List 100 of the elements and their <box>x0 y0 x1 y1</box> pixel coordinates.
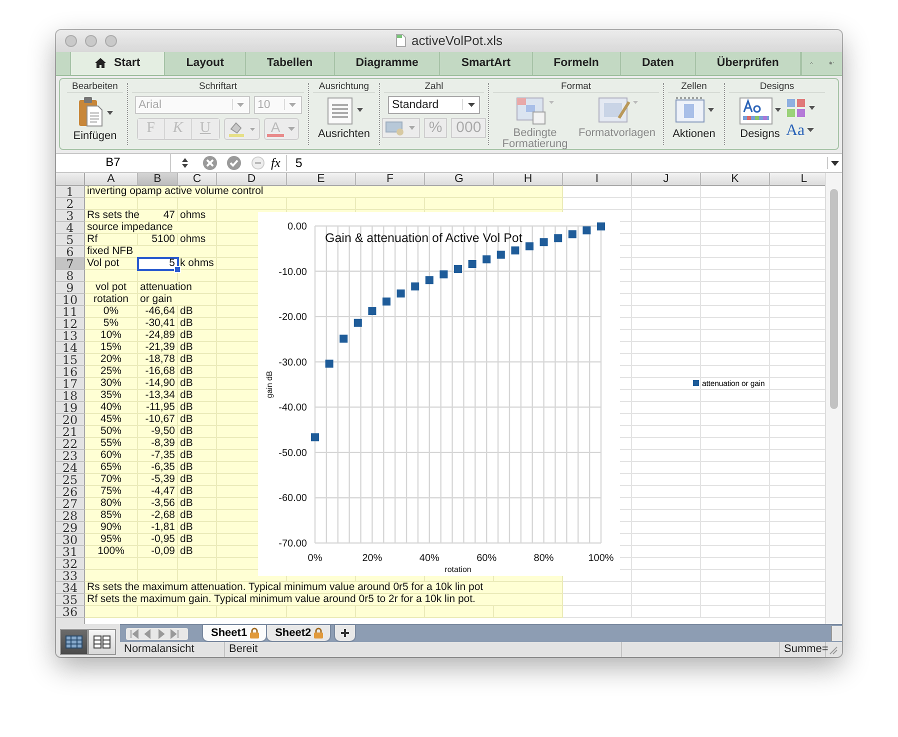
cell-text: ohms <box>179 209 207 222</box>
sheet-cell <box>701 294 770 306</box>
cell-text: Rf sets the maximum gain. Typical minimum value around 0r5 to 2r for a 10k lin pot. <box>86 593 476 606</box>
row-header: 26 <box>56 486 85 498</box>
row-header: 23 <box>56 450 85 462</box>
home-icon <box>95 58 106 68</box>
cell-text: dB <box>179 425 194 438</box>
sheet-cell <box>632 522 701 534</box>
row-header: 4 <box>56 222 85 234</box>
cell-text: inverting opamp active volume control <box>86 185 264 198</box>
sheet-tab[interactable]: Sheet2 <box>266 625 332 642</box>
cell-text: 85% <box>99 509 122 522</box>
theme-fonts-button[interactable]: Aa <box>786 122 815 140</box>
sheet-cell <box>701 234 770 246</box>
cell-text: 95% <box>99 533 122 546</box>
row-header: 34 <box>56 582 85 594</box>
row-header: 29 <box>56 522 85 534</box>
sheet-cell <box>701 594 770 606</box>
add-sheet-button[interactable] <box>334 625 356 642</box>
sheet-cell <box>701 474 770 486</box>
row-header: 25 <box>56 474 85 486</box>
formula-circle-icon[interactable] <box>251 156 265 170</box>
ribbon-tab[interactable]: Überprüfen <box>696 52 801 75</box>
row-header: 3 <box>56 210 85 222</box>
cell-text: -4,47 <box>150 485 176 498</box>
sheet-cell <box>701 246 770 258</box>
sheet-cell <box>701 462 770 474</box>
sheet-cell <box>632 342 701 354</box>
fill-handle[interactable] <box>174 266 181 273</box>
paste-button[interactable]: Einfügen <box>73 96 117 142</box>
cell-text: 0% <box>102 305 120 318</box>
name-box[interactable]: B7 <box>56 154 171 172</box>
page-layout-view-button[interactable] <box>88 628 116 655</box>
normal-view-button[interactable] <box>60 628 88 655</box>
fill-color-button[interactable] <box>224 118 260 140</box>
cell-text: -14,90 <box>144 377 176 390</box>
sheet-navigation-icon[interactable] <box>126 628 188 640</box>
cell-text: rotation <box>92 293 130 306</box>
function-button[interactable]: fx <box>271 154 288 171</box>
lock-icon <box>249 627 260 640</box>
ribbon-tab[interactable]: Layout <box>165 52 246 75</box>
cell-text: dB <box>179 305 194 318</box>
y-tick-label: -70.00 <box>278 538 307 550</box>
stepper-icon[interactable] <box>181 156 189 169</box>
sheet-cell <box>701 270 770 282</box>
y-tick-label: -40.00 <box>278 402 307 414</box>
group-title: Designs <box>729 80 825 93</box>
zoom-button[interactable] <box>105 34 117 47</box>
row-header: 22 <box>56 438 85 450</box>
caret-icon[interactable] <box>831 160 839 166</box>
cell-text: -8,39 <box>150 437 176 450</box>
cells-actions-button[interactable]: Aktionen <box>672 96 716 140</box>
color-swatch-icon[interactable] <box>786 98 816 120</box>
ribbon-tab[interactable]: Tabellen <box>246 52 335 75</box>
ribbon-tab[interactable]: Formeln <box>532 52 621 75</box>
sheet-cell <box>701 318 770 330</box>
x-tick-label: 20% <box>362 552 382 564</box>
sheet-cell <box>701 486 770 498</box>
select-all-corner[interactable] <box>56 172 85 186</box>
split-handle[interactable] <box>831 626 842 642</box>
close-button[interactable] <box>65 34 77 47</box>
sheet-cell <box>632 570 701 582</box>
sheet-cell <box>701 534 770 546</box>
cell-text: 50% <box>99 425 122 438</box>
y-tick-label: -10.00 <box>278 266 307 278</box>
x-tick-label: 100% <box>588 552 614 564</box>
ribbon-tab[interactable]: Start <box>70 52 166 75</box>
sheet-cell <box>563 594 632 606</box>
ribbon-tab[interactable]: SmartArt <box>440 52 533 75</box>
cell-text: Rs sets the <box>86 209 141 222</box>
sheet-cell <box>632 198 701 210</box>
ribbon-tab[interactable]: Daten <box>620 52 696 75</box>
formula-input[interactable]: 5 <box>287 156 827 170</box>
cell-text: dB <box>179 485 194 498</box>
ribbon-tab[interactable]: Diagramme <box>334 52 440 75</box>
sheet-tab[interactable]: Sheet1 <box>202 625 268 642</box>
cell-text: k ohms <box>179 257 215 270</box>
minimize-button[interactable] <box>85 34 97 47</box>
sheet-cell <box>701 498 770 510</box>
status-text: Bereit <box>225 642 622 657</box>
confirm-icon[interactable] <box>227 156 241 170</box>
x-tick-label: 0% <box>308 552 322 564</box>
cell-text: 90% <box>99 521 122 534</box>
sheet-cell <box>632 414 701 426</box>
cell-text: -46,64 <box>144 305 176 318</box>
window-title: activeVolPot.xls <box>411 33 503 48</box>
column-header: C <box>178 172 217 186</box>
row-header: 7 <box>56 258 85 270</box>
cell-text: 75% <box>99 485 122 498</box>
row-header: 2 <box>56 198 85 210</box>
designs-button[interactable]: Designs <box>738 96 782 140</box>
cell-text: dB <box>179 521 194 534</box>
vertical-scrollbar[interactable] <box>825 172 842 624</box>
cell-text: 55% <box>99 437 122 450</box>
group-title: Bearbeiten <box>67 80 123 93</box>
cancel-icon[interactable] <box>203 156 217 170</box>
align-button[interactable]: Ausrichten <box>318 96 370 140</box>
row-header: 10 <box>56 294 85 306</box>
resize-grip-icon[interactable] <box>828 644 838 655</box>
currency-button[interactable] <box>382 118 420 138</box>
